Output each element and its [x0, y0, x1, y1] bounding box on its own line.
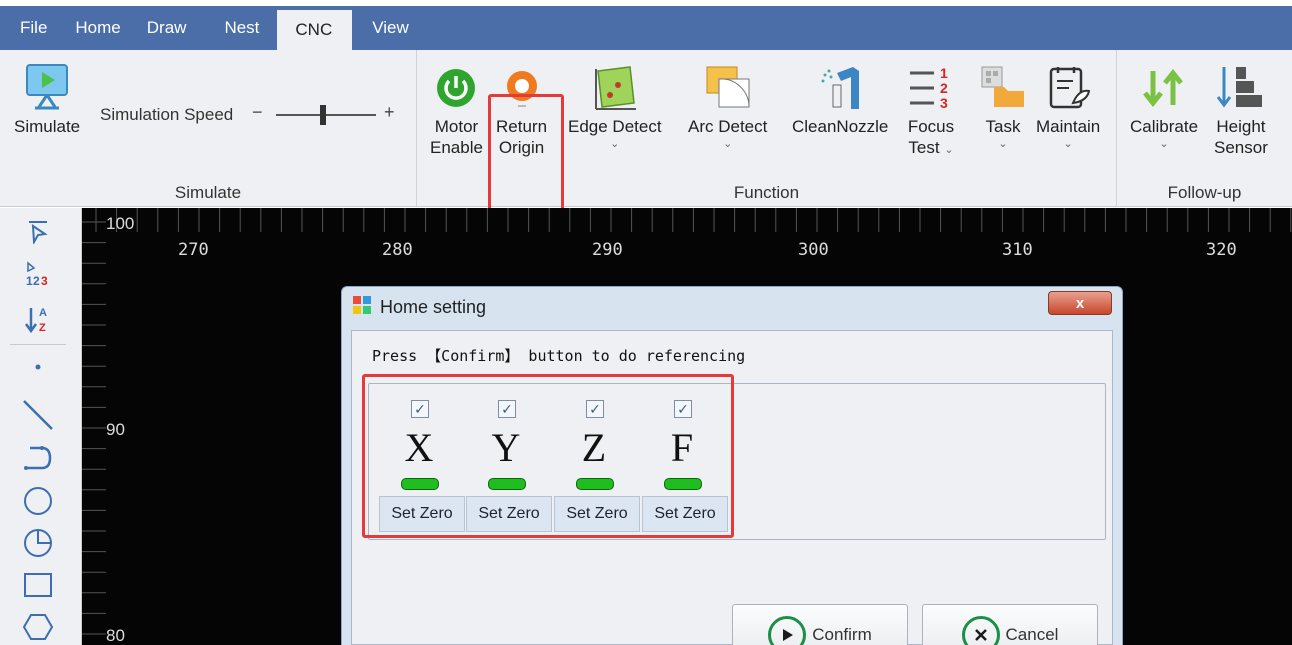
calibrate-button[interactable]: Calibrate ⌄	[1130, 60, 1198, 151]
svg-text:Z: Z	[39, 322, 46, 334]
sort-az-icon[interactable]: AZ	[20, 304, 56, 334]
cancel-button[interactable]: Cancel	[922, 604, 1098, 645]
rectangle-icon[interactable]	[20, 570, 56, 600]
cancel-label: Cancel	[1005, 625, 1059, 644]
calibrate-label: Calibrate	[1130, 117, 1199, 136]
dialog-instruction: Press 【Confirm】 button to do referencing	[372, 347, 746, 365]
polyline-icon[interactable]	[20, 444, 56, 474]
simulate-group-label: Simulate	[174, 183, 242, 202]
arc-detect-label: Arc Detect	[688, 117, 768, 136]
x-tick-label: 280	[382, 240, 413, 260]
slider-track	[276, 114, 376, 116]
tab-cnc[interactable]: CNC	[277, 10, 353, 50]
arc-detect-button[interactable]: Arc Detect ⌄	[688, 60, 767, 151]
point-icon[interactable]	[20, 352, 56, 382]
maintain-button[interactable]: Maintain ⌄	[1036, 60, 1100, 151]
chevron-down-icon: ⌄	[723, 138, 733, 150]
svg-text:3: 3	[940, 95, 948, 111]
x-tick-label: 270	[178, 240, 209, 260]
focus-test-label-2: Test	[908, 138, 940, 157]
arc-icon[interactable]	[20, 528, 56, 558]
task-label: Task	[985, 117, 1021, 136]
app-window-icon	[352, 295, 372, 320]
power-icon	[434, 60, 478, 116]
maintain-clipboard-icon	[1043, 60, 1093, 116]
edge-detect-label: Edge Detect	[568, 117, 662, 136]
motor-enable-button[interactable]: Motor Enable	[430, 60, 483, 158]
task-folder-icon	[978, 60, 1028, 116]
tab-nest[interactable]: Nest	[224, 6, 277, 50]
slider-thumb[interactable]	[320, 105, 326, 125]
line-icon[interactable]	[20, 400, 56, 430]
axes-highlight	[362, 374, 734, 538]
height-sensor-label-1: Height	[1216, 117, 1266, 136]
chevron-down-icon: ⌄	[1063, 138, 1073, 150]
edge-detect-button[interactable]: Edge Detect ⌄	[568, 60, 662, 151]
ribbon: Simulate Simulation Speed − + Simulate F…	[0, 50, 1292, 242]
simulate-button[interactable]: Simulate	[14, 60, 80, 137]
chevron-down-icon: ⌄	[1159, 138, 1169, 150]
monitor-play-icon	[19, 60, 75, 116]
app-window: File Home Draw Nest CNC View Simulate Si…	[0, 0, 1292, 645]
simulation-speed-label: Simulation Speed	[100, 105, 234, 124]
nozzle-icon	[813, 60, 867, 116]
clean-nozzle-button[interactable]: CleanNozzle	[792, 60, 888, 137]
calibrate-arrows-icon	[1139, 60, 1189, 116]
arc-detect-icon	[701, 60, 755, 116]
speed-plus-button[interactable]: +	[384, 102, 395, 123]
tab-file[interactable]: File	[0, 6, 69, 50]
confirm-button[interactable]: Confirm	[732, 604, 908, 645]
toolbar-divider	[10, 344, 66, 345]
x-tick-label: 320	[1206, 240, 1237, 260]
svg-text:3: 3	[41, 274, 48, 288]
edge-detect-icon	[590, 60, 640, 116]
y-tick-label: 80	[106, 626, 125, 645]
polygon-icon[interactable]	[20, 612, 56, 642]
focus-test-label-1: Focus	[907, 117, 955, 136]
simulation-speed-slider[interactable]: − +	[252, 102, 402, 126]
chevron-down-icon: ⌄	[944, 144, 954, 156]
svg-text:A: A	[39, 307, 47, 319]
y-tick-label: 100	[106, 214, 135, 233]
confirm-label: Confirm	[812, 625, 872, 644]
dialog-title: Home setting	[380, 296, 487, 317]
x-tick-label: 300	[798, 240, 829, 260]
height-sensor-icon	[1216, 60, 1266, 116]
select-arrow-icon[interactable]	[20, 216, 56, 246]
height-sensor-button[interactable]: Height Sensor	[1214, 60, 1268, 158]
svg-text:1: 1	[26, 274, 33, 288]
cancel-x-icon	[961, 616, 1000, 645]
speed-minus-button[interactable]: −	[252, 102, 263, 123]
drawing-toolbar: 123 AZ	[0, 208, 82, 645]
simulate-group: Simulate Simulation Speed − + Simulate	[0, 50, 417, 207]
simulate-label: Simulate	[14, 117, 81, 136]
followup-group-label: Follow-up	[1167, 183, 1242, 202]
numbered-list-icon: 1 2 3	[906, 60, 956, 116]
height-sensor-label-2: Sensor	[1214, 138, 1268, 157]
close-button[interactable]: x	[1048, 291, 1112, 315]
x-tick-label: 290	[592, 240, 623, 260]
play-circle-icon	[768, 616, 807, 645]
sort-numbers-icon[interactable]: 123	[20, 260, 56, 290]
y-tick-label: 90	[106, 420, 125, 439]
focus-test-button[interactable]: 1 2 3 Focus Test ⌄	[906, 60, 956, 158]
dialog-titlebar[interactable]: Home setting	[342, 287, 1122, 327]
svg-text:2: 2	[33, 274, 40, 288]
maintain-label: Maintain	[1036, 117, 1101, 136]
circle-icon[interactable]	[20, 486, 56, 516]
svg-text:2: 2	[940, 80, 948, 96]
motor-enable-label-2: Enable	[430, 138, 483, 157]
x-tick-label: 310	[1002, 240, 1033, 260]
clean-nozzle-label: CleanNozzle	[792, 117, 889, 136]
tab-view[interactable]: View	[352, 6, 421, 50]
chevron-down-icon: ⌄	[610, 138, 620, 150]
menu-bar: File Home Draw Nest CNC View	[0, 6, 1292, 50]
task-button[interactable]: Task ⌄	[978, 60, 1028, 151]
chevron-down-icon: ⌄	[998, 138, 1008, 150]
tab-draw[interactable]: Draw	[147, 6, 225, 50]
motor-enable-label-1: Motor	[434, 117, 479, 136]
svg-text:1: 1	[940, 65, 948, 81]
tab-home[interactable]: Home	[69, 6, 146, 50]
